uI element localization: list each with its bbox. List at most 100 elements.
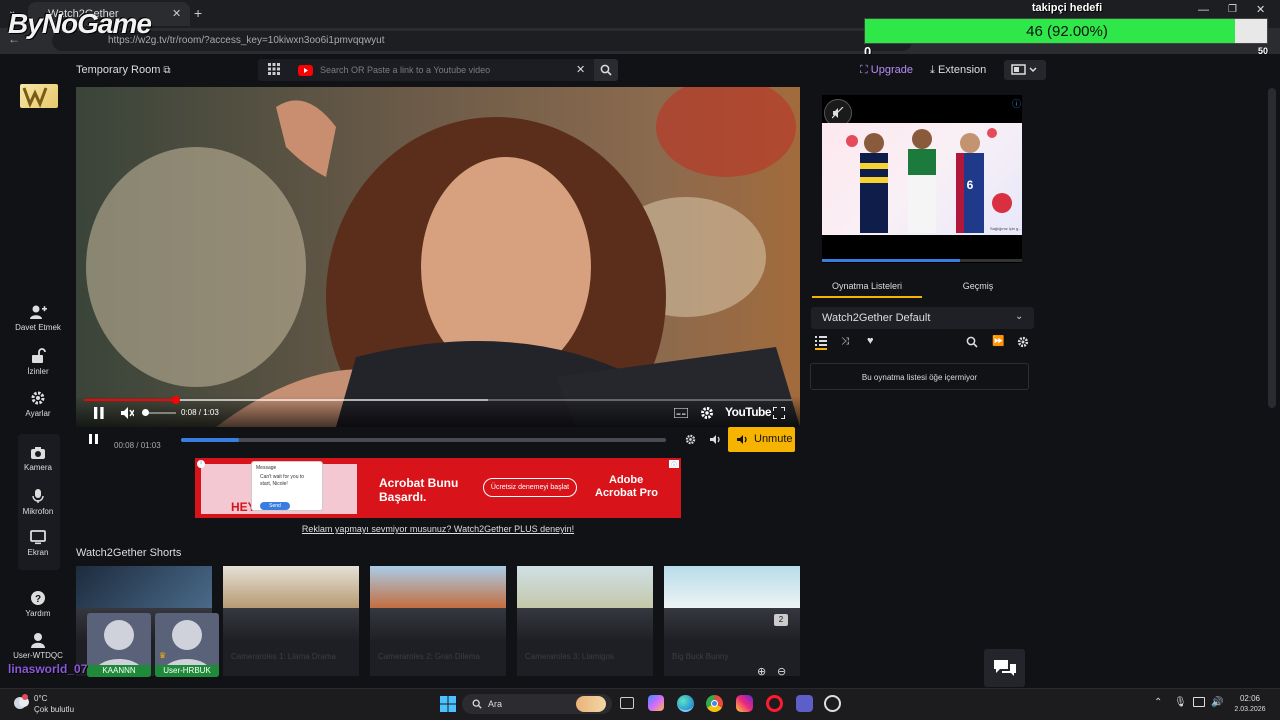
user-camera-tile[interactable]: KAANNN xyxy=(87,613,151,677)
address-bar[interactable]: https://w2g.tv/tr/room/?access_key=10kiw… xyxy=(52,31,912,51)
subtitles-icon[interactable] xyxy=(674,408,688,418)
tray-monitor-icon[interactable] xyxy=(1193,697,1205,707)
tray-volume-icon[interactable]: 🔊 xyxy=(1211,697,1223,708)
chrome-icon[interactable] xyxy=(706,695,723,712)
sidebar-item-help[interactable]: ? Yardım xyxy=(4,590,72,618)
search-button[interactable] xyxy=(594,59,618,81)
ad-info-icon[interactable]: i xyxy=(197,460,205,468)
ad-brand-line2: Acrobat Pro xyxy=(595,487,658,499)
pause-icon[interactable] xyxy=(94,407,104,419)
shorts-title: Watch2Gether Shorts xyxy=(76,547,182,559)
taskbar-date[interactable]: 2.03.2026 xyxy=(1226,706,1274,713)
room-title[interactable]: Temporary Room ⧉ xyxy=(76,64,171,76)
teams-icon[interactable] xyxy=(796,695,813,712)
sidebar-item-camera[interactable]: Kamera xyxy=(4,446,72,472)
svg-text:?: ? xyxy=(35,594,41,605)
zoom-in-icon[interactable]: ⊕ xyxy=(757,665,766,678)
ad-choices-icon[interactable]: ⓘ xyxy=(669,460,679,469)
fullscreen-icon[interactable] xyxy=(773,407,785,419)
clear-search-icon[interactable]: ✕ xyxy=(576,63,585,76)
shuffle-icon[interactable]: ⤨ xyxy=(841,336,849,347)
minimize-icon[interactable]: — xyxy=(1198,4,1209,16)
play-next-icon[interactable]: ⏩ xyxy=(992,336,1004,347)
short-card[interactable]: Big Buck Bunny 2 xyxy=(664,566,800,676)
muted-volume-icon[interactable] xyxy=(120,406,134,420)
ad-cta-button[interactable]: Ücretsiz denemeyi başlat xyxy=(483,478,577,497)
short-card[interactable]: Cameraroles 3: Llamigos xyxy=(517,566,653,676)
no-ads-link[interactable]: Reklam yapmayı sevmiyor musunuz? Watch2G… xyxy=(195,524,681,534)
video-frame[interactable] xyxy=(76,87,800,427)
short-card[interactable]: Cameraroles 2: Gran Dilema xyxy=(370,566,506,676)
w2g-logo[interactable] xyxy=(20,84,58,108)
youtube-logo[interactable]: YouTube xyxy=(725,405,772,419)
task-view-icon[interactable] xyxy=(620,697,634,709)
search-input[interactable] xyxy=(320,63,570,77)
close-window-icon[interactable]: ✕ xyxy=(1256,3,1265,16)
unmute-button[interactable]: Unmute xyxy=(728,427,795,452)
sidebar-item-label: Davet Etmek xyxy=(15,323,61,332)
upgrade-button[interactable]: ⛶ Upgrade xyxy=(860,64,913,77)
w2g-pause-icon[interactable] xyxy=(89,434,98,444)
user-camera-tile[interactable]: User-HRBUK ♛ xyxy=(155,613,219,677)
volume-knob[interactable] xyxy=(142,409,149,416)
close-tab-icon[interactable]: ✕ xyxy=(172,7,181,20)
edge-icon[interactable] xyxy=(677,695,694,712)
volume-slider[interactable] xyxy=(142,409,176,416)
sidebar-item-label: Yardım xyxy=(25,609,51,618)
maximize-icon[interactable]: ❐ xyxy=(1228,4,1237,15)
ad-info-icon[interactable]: ⓘ xyxy=(1012,97,1021,110)
list-icon[interactable] xyxy=(815,336,827,350)
yt-progress-track[interactable] xyxy=(84,396,792,404)
search-icon xyxy=(600,64,612,76)
add-user-icon xyxy=(30,305,47,319)
zoom-out-icon[interactable]: ⊖ xyxy=(777,665,786,678)
yt-scrubber[interactable] xyxy=(172,396,181,404)
new-tab-icon[interactable]: + xyxy=(194,5,202,21)
page-scrollbar[interactable] xyxy=(1268,88,1276,408)
heart-icon[interactable]: ♥ xyxy=(867,335,874,347)
sidebar-item-permissions[interactable]: İzinler xyxy=(4,348,72,376)
sidebar-item-settings[interactable]: Ayarlar xyxy=(4,390,72,418)
sidebar-item-invite[interactable]: Davet Etmek xyxy=(4,304,72,332)
sidebar-item-microphone[interactable]: Mikrofon xyxy=(4,488,72,516)
opera-icon[interactable] xyxy=(766,695,783,712)
youtube-icon xyxy=(298,65,313,76)
w2g-volume-icon[interactable] xyxy=(710,434,722,445)
youtube-controls: 0:08 / 1:03 YouTube xyxy=(76,396,800,427)
sidebar-item-user[interactable]: User-WTDQC xyxy=(4,632,72,660)
windows-start-icon[interactable] xyxy=(440,696,456,712)
instagram-icon[interactable] xyxy=(736,695,753,712)
playlist-select[interactable]: Watch2Gether Default ⌄ xyxy=(811,307,1034,329)
chat-icon xyxy=(994,660,1016,676)
playlist-search-icon[interactable] xyxy=(966,336,978,348)
sidebar-item-screen[interactable]: Ekran xyxy=(4,530,72,557)
video-search-bar: ✕ xyxy=(258,59,618,81)
copy-icon[interactable]: ⧉ xyxy=(163,65,170,76)
taskbar-search[interactable]: Ara xyxy=(462,694,612,714)
ad-banner[interactable]: HEY OLE! Message Can't wait for you to s… xyxy=(195,458,681,518)
w2g-progress-track[interactable] xyxy=(181,438,666,442)
tray-chevron-icon[interactable]: ⌃ xyxy=(1154,697,1162,708)
help-icon: ? xyxy=(31,591,45,605)
yt-settings-icon[interactable] xyxy=(700,406,714,420)
apps-grid-icon[interactable] xyxy=(268,63,280,75)
weather-icon[interactable] xyxy=(12,694,30,710)
camera-icon xyxy=(31,447,45,459)
app-badge-icon[interactable] xyxy=(824,695,841,712)
tray-microphone-icon[interactable]: 🎙 xyxy=(1174,697,1187,708)
w2g-settings-icon[interactable] xyxy=(685,434,696,445)
playlist-settings-icon[interactable] xyxy=(1017,336,1029,348)
mini-progress-fill xyxy=(822,259,960,262)
right-panel-tabs: Oynatma Listeleri Geçmiş xyxy=(812,276,1034,298)
monitor-icon xyxy=(30,530,46,545)
mini-player[interactable]: ⓘ 6 Sağlığınız için g... xyxy=(822,95,1022,263)
tab-history[interactable]: Geçmiş xyxy=(922,276,1034,298)
taskbar-time[interactable]: 02:06 xyxy=(1228,694,1272,703)
copilot-icon[interactable] xyxy=(648,695,664,711)
layout-toggle-button[interactable] xyxy=(1004,60,1046,80)
short-card[interactable]: Cameraroles 1: Llama Drama xyxy=(223,566,359,676)
chat-button[interactable] xyxy=(984,649,1025,687)
tab-playlists[interactable]: Oynatma Listeleri xyxy=(812,276,922,298)
playlist-empty-message: Bu oynatma listesi öğe içermiyor xyxy=(810,363,1029,390)
extension-button[interactable]: ⤓ Extension xyxy=(930,64,986,77)
